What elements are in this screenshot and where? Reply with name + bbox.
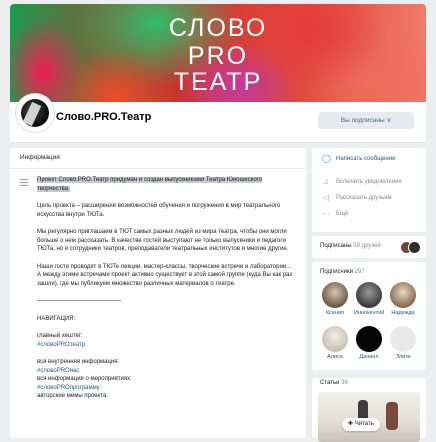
description-p3: Мы регулярно приглашаем в ТЮТ самых разн… <box>37 229 289 252</box>
subscriber-avatar <box>356 282 382 308</box>
subscriber-name: Надежда <box>391 310 415 316</box>
info-heading: Информация <box>20 154 60 161</box>
info-panel: Информация Проект Слово.PRO.Театр придум… <box>10 148 306 438</box>
read-icon: ✚ <box>348 421 355 427</box>
subscriber-item[interactable]: Надежда <box>388 282 418 316</box>
friends-card[interactable]: Подписаны 59 друзей <box>312 236 426 258</box>
lines-icon <box>20 179 28 186</box>
photo-figure <box>386 402 398 430</box>
cover-title-line2: PRO <box>187 42 249 70</box>
read-button-label: Читать <box>354 421 374 427</box>
subscriber-name: Даниил <box>359 354 379 360</box>
cover-image: СЛОВО PRO ТЕАТР <box>10 4 426 102</box>
bell-icon: ♫ <box>323 177 329 186</box>
articles-header[interactable]: Статьи 36 <box>320 380 348 386</box>
text-divider: —————————————— <box>37 298 121 304</box>
main-hashtag-link[interactable]: #словоPROтеатр <box>37 341 295 350</box>
articles-label: Статьи <box>320 380 340 386</box>
subscribers-header[interactable]: Подписчики 297 <box>320 269 365 275</box>
notifications-action[interactable]: ♫ Включить уведомления <box>322 178 402 186</box>
subscribers-count: 297 <box>354 269 365 275</box>
friends-count: 59 друзей <box>353 243 381 249</box>
send-message-label: Написать сообщение <box>336 156 396 162</box>
notifications-label: Включить уведомления <box>336 179 402 185</box>
memes-label: авторские мемы проекта: <box>37 393 108 399</box>
more-label: Ещё <box>336 211 349 217</box>
subscribed-button[interactable]: Вы подписаны ∨ <box>318 112 414 129</box>
cover-title-line1: СЛОВО <box>168 14 268 42</box>
divider <box>10 168 306 169</box>
subscriber-avatar <box>390 282 416 308</box>
more-icon: ··· <box>322 209 330 218</box>
internal-hashtag-link[interactable]: #словоPROнас <box>37 367 295 376</box>
description-p1: Проект Слово.PRO.Театр придуман и создан… <box>37 177 263 192</box>
friends-label: Подписаны <box>320 243 352 249</box>
recommend-action[interactable]: ◁ Рассказать друзьям <box>322 194 392 202</box>
internal-label: вся внутренняя информация: <box>37 359 120 365</box>
group-name: Слово.PRO.Театр <box>56 111 152 123</box>
subscriber-avatar <box>356 326 382 352</box>
subscriber-name: Иннокентий <box>354 310 384 316</box>
avatar-image <box>21 99 49 127</box>
subscriber-item[interactable]: Ксения <box>320 282 350 316</box>
subscriber-name: Алиса <box>327 354 343 360</box>
actions-card: ◯ Написать сообщение ♫ Включить уведомле… <box>312 148 426 232</box>
article-cover[interactable]: ✚ Читать <box>318 392 420 442</box>
articles-count: 36 <box>341 380 348 386</box>
subscriber-name: Элизе <box>395 354 411 360</box>
subscriber-name: Ксения <box>325 310 345 316</box>
subscriber-item[interactable]: Иннокентий <box>354 282 384 316</box>
message-icon: ◯ <box>322 154 331 163</box>
more-action[interactable]: ··· Ещё <box>322 210 348 218</box>
subscriber-avatar <box>322 282 348 308</box>
subscriber-avatar <box>322 326 348 352</box>
send-message-action[interactable]: ◯ Написать сообщение <box>322 155 395 163</box>
articles-card: Статьи 36 ✚ Читать <box>312 378 426 442</box>
group-avatar[interactable] <box>16 94 54 132</box>
subscriber-item[interactable]: Даниил <box>354 326 384 360</box>
subscriber-item[interactable]: Алиса <box>320 326 350 360</box>
recommend-label: Рассказать друзьям <box>336 195 392 201</box>
description-p2: Цель проекта – расширение возможностей о… <box>37 203 281 218</box>
subscribers-card: Подписчики 297 Ксения Иннокентий Надежда… <box>312 262 426 370</box>
group-header: Слово.PRO.Театр Вы подписаны ∨ <box>10 94 426 143</box>
group-description: Проект Слово.PRO.Театр придуман и создан… <box>37 176 295 401</box>
events-hashtag-link[interactable]: #словоPROпрограмму <box>37 384 295 393</box>
nav-label: НАВИГАЦИЯ: <box>37 315 76 322</box>
subscriber-item[interactable]: Элизе <box>388 326 418 360</box>
friend-avatar <box>408 241 421 254</box>
friends-subscribed-text: Подписаны 59 друзей <box>320 243 381 249</box>
cover-title-line3: ТЕАТР <box>173 68 263 96</box>
megaphone-icon: ◁ <box>322 193 330 202</box>
main-hashtag-label: главный хештег: <box>37 333 83 339</box>
description-p4: Наши гости проводят в ТЮТе лекции, масте… <box>37 263 293 287</box>
group-page: СЛОВО PRO ТЕАТР Слово.PRO.Театр Вы подпи… <box>0 0 436 442</box>
events-label: вся информация о мероприятиях: <box>37 376 132 382</box>
subscriber-avatar <box>390 326 416 352</box>
read-button[interactable]: ✚ Читать <box>342 418 380 431</box>
subscribers-label: Подписчики <box>320 269 354 275</box>
